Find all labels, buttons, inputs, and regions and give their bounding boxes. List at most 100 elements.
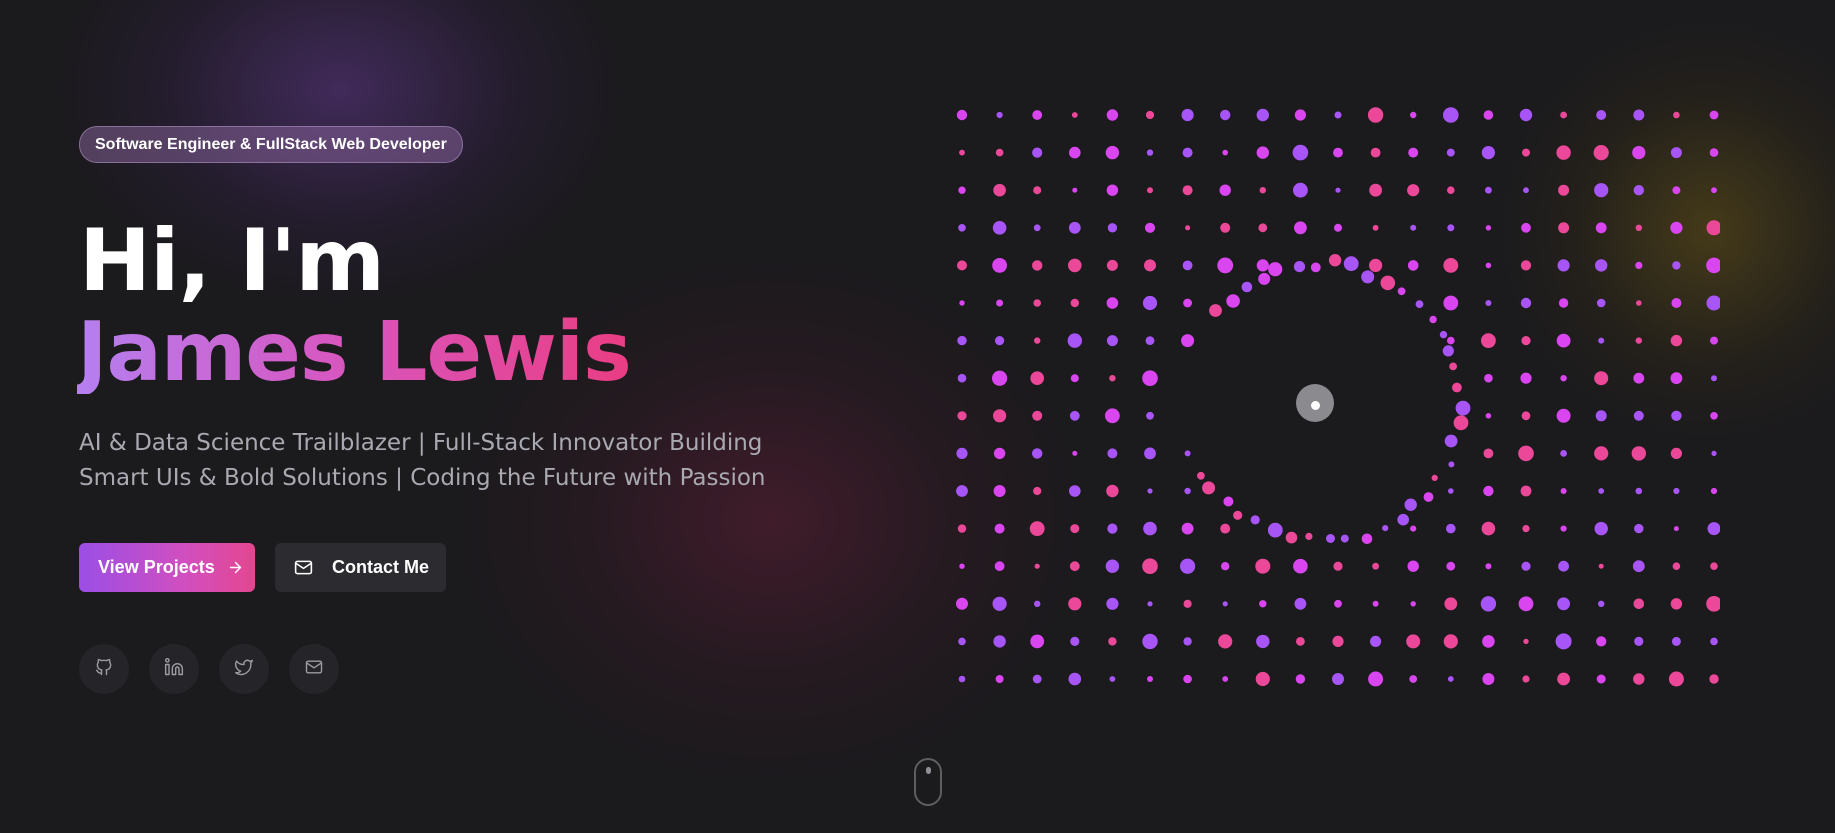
grid-dot [1184, 450, 1191, 457]
grid-dot [959, 149, 965, 156]
grid-dot [1523, 638, 1529, 645]
grid-dot [1372, 224, 1379, 231]
view-projects-button[interactable]: View Projects [79, 543, 255, 592]
grid-dot [1105, 145, 1120, 160]
grid-dot [1256, 108, 1269, 122]
grid-dot [1632, 560, 1645, 573]
grid-dot [1222, 601, 1228, 607]
grid-dot [1030, 371, 1044, 386]
grid-dot [1255, 671, 1270, 687]
grid-dot [1635, 337, 1642, 344]
ring-dot [1439, 330, 1448, 339]
ring-dot [1258, 272, 1271, 285]
grid-dot [1221, 562, 1230, 571]
grid-dot [957, 373, 967, 383]
twitter-link[interactable] [219, 644, 269, 694]
grid-dot [1631, 446, 1646, 461]
ring-dot [1449, 362, 1457, 371]
ring-dot [1233, 510, 1243, 520]
grid-dot [1105, 559, 1120, 573]
grid-dot [1068, 672, 1082, 686]
ring-dot [1310, 262, 1321, 273]
grid-dot [1105, 408, 1120, 424]
linkedin-link[interactable] [149, 644, 199, 694]
grid-dot [1521, 411, 1531, 421]
grid-dot [1106, 109, 1119, 121]
grid-dot [1447, 186, 1455, 194]
grid-dot [1142, 558, 1158, 574]
ring-dot [1442, 345, 1454, 357]
grid-dot [1106, 259, 1118, 271]
grid-dot [1255, 558, 1271, 574]
grid-dot [1523, 187, 1529, 194]
grid-dot [1218, 634, 1233, 649]
grid-dot [1711, 375, 1717, 382]
grid-dot [1034, 563, 1040, 569]
grid-dot [1106, 297, 1119, 309]
grid-dot [1446, 561, 1456, 571]
grid-dot [1556, 333, 1571, 348]
grid-dot [1598, 563, 1604, 569]
grid-dot [957, 524, 967, 533]
ring-dot [1328, 254, 1342, 267]
grid-dot [1070, 636, 1080, 647]
grid-dot [1333, 561, 1343, 571]
grid-dot [1670, 372, 1683, 385]
grid-dot [1560, 525, 1567, 532]
ring-dot [1429, 315, 1437, 324]
contact-me-button[interactable]: Contact Me [275, 543, 446, 592]
grid-dot [1594, 446, 1609, 461]
grid-dot [1598, 488, 1605, 494]
grid-dot [1598, 337, 1605, 344]
ring-dot [1241, 281, 1253, 293]
grid-dot [1410, 224, 1417, 231]
grid-dot [1483, 448, 1494, 459]
grid-dot [1596, 674, 1606, 684]
grid-dot [1444, 597, 1458, 611]
grid-dot [1446, 523, 1456, 534]
grid-dot [1671, 636, 1681, 646]
grid-dot [1181, 522, 1194, 535]
grid-dot [1108, 637, 1117, 646]
grid-dot [1220, 109, 1231, 121]
ring-dot [1209, 304, 1222, 317]
grid-dot [1334, 111, 1342, 119]
grid-dot [1522, 148, 1530, 157]
arrow-right-icon [227, 559, 244, 576]
grid-dot [1480, 596, 1497, 612]
ring-dot [1444, 434, 1458, 448]
grid-dot [993, 485, 1006, 497]
grid-dot [1481, 146, 1495, 160]
hero-greeting: Hi, I'm [79, 211, 385, 311]
grid-dot [1519, 108, 1533, 122]
grid-dot [1033, 186, 1042, 195]
ring-dot [1380, 275, 1396, 291]
grid-dot [1335, 187, 1341, 193]
grid-dot [957, 411, 967, 421]
grid-dot [1485, 186, 1492, 194]
scroll-indicator[interactable] [914, 758, 942, 806]
grid-dot [1709, 674, 1719, 684]
grid-dot [1029, 521, 1045, 536]
grid-dot [1222, 676, 1229, 682]
grid-dot [1181, 108, 1194, 122]
grid-dot [1410, 601, 1416, 607]
grid-dot [1220, 523, 1231, 534]
grid-dot [1668, 671, 1684, 687]
grid-dot [1181, 334, 1195, 348]
grid-dot [1033, 224, 1041, 232]
grid-dot [1557, 259, 1570, 272]
grid-dot [1146, 411, 1154, 420]
email-link[interactable] [289, 644, 339, 694]
grid-dot [1558, 184, 1570, 196]
github-link[interactable] [79, 644, 129, 694]
grid-dot [1068, 258, 1082, 273]
grid-dot [1711, 187, 1717, 194]
grid-dot [1706, 295, 1720, 311]
grid-dot [995, 148, 1004, 157]
grid-dot [992, 596, 1007, 611]
grid-dot [1556, 145, 1571, 160]
grid-dot [1146, 149, 1154, 156]
grid-dot [1634, 523, 1644, 534]
grid-dot [1142, 633, 1158, 650]
